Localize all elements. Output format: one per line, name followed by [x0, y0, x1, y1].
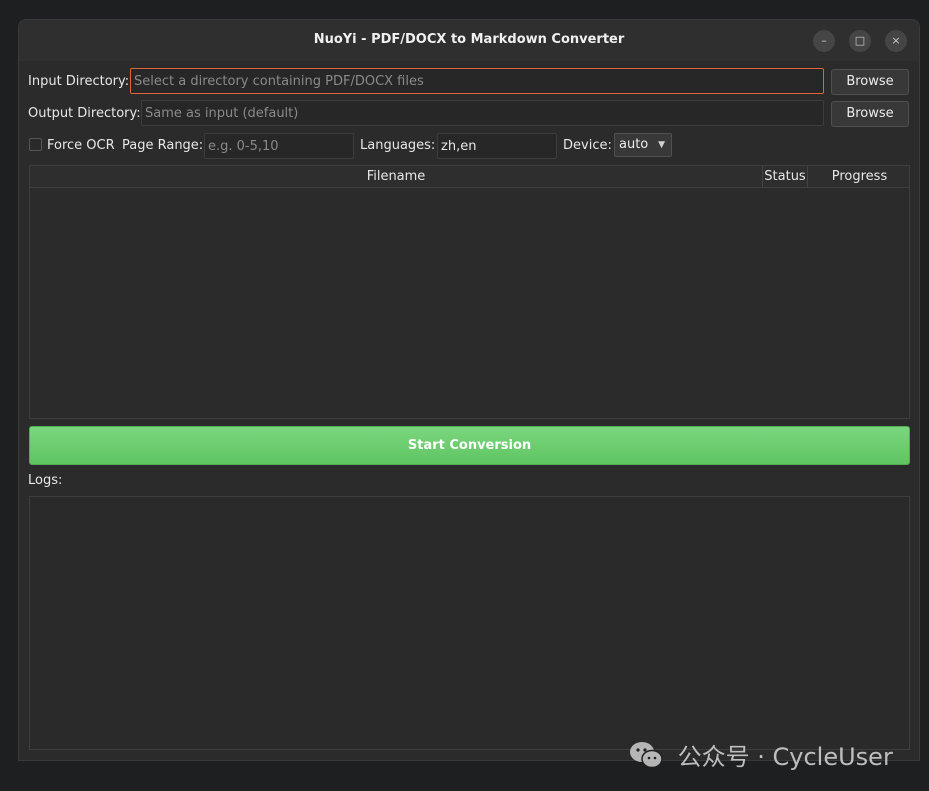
- force-ocr-checkbox[interactable]: [29, 138, 42, 151]
- output-directory-label: Output Directory:: [28, 106, 141, 121]
- window-title: NuoYi - PDF/DOCX to Markdown Converter: [313, 32, 625, 47]
- column-header-progress[interactable]: Progress: [808, 166, 911, 188]
- device-value: auto: [619, 137, 649, 152]
- watermark-text: 公众号 · CycleUser: [677, 743, 893, 771]
- title-bar[interactable]: NuoYi - PDF/DOCX to Markdown Converter –…: [19, 20, 919, 61]
- logs-panel[interactable]: [29, 496, 910, 750]
- file-table[interactable]: Filename Status Progress: [29, 165, 910, 419]
- column-header-filename[interactable]: Filename: [30, 166, 763, 188]
- output-browse-button[interactable]: Browse: [831, 101, 909, 127]
- languages-label: Languages:: [360, 138, 436, 153]
- maximize-button[interactable]: □: [849, 30, 871, 52]
- input-directory-field[interactable]: [130, 68, 824, 94]
- input-directory-label: Input Directory:: [28, 74, 130, 89]
- minimize-button[interactable]: –: [813, 30, 835, 52]
- logs-label: Logs:: [28, 473, 63, 488]
- watermark: 公众号 · CycleUser: [628, 737, 893, 776]
- device-label: Device:: [563, 138, 612, 153]
- page-range-field[interactable]: [204, 133, 354, 159]
- input-browse-button[interactable]: Browse: [831, 69, 909, 95]
- start-conversion-button[interactable]: Start Conversion: [29, 426, 910, 465]
- column-header-status[interactable]: Status: [763, 166, 808, 188]
- app-window: NuoYi - PDF/DOCX to Markdown Converter –…: [18, 19, 920, 761]
- table-header: Filename Status Progress: [30, 166, 909, 188]
- close-button[interactable]: ×: [885, 30, 907, 52]
- languages-field[interactable]: [437, 133, 557, 159]
- force-ocr-label: Force OCR: [47, 138, 115, 153]
- output-directory-field[interactable]: [141, 100, 824, 126]
- wechat-icon: [628, 740, 664, 776]
- device-select[interactable]: auto ▼: [614, 133, 672, 157]
- page-range-label: Page Range:: [122, 138, 204, 153]
- chevron-down-icon: ▼: [658, 140, 665, 150]
